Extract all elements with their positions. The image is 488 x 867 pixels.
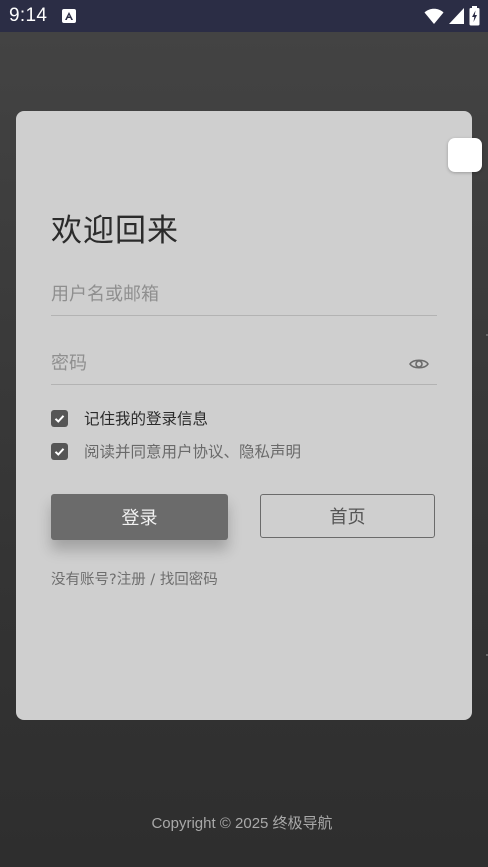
register-link[interactable]: 注册 (117, 572, 146, 588)
link-separator: / (145, 572, 160, 588)
notification-a-icon (62, 9, 76, 23)
password-input[interactable] (51, 344, 391, 382)
username-input[interactable] (51, 275, 391, 313)
agree-terms-row: 阅读并同意用户协议、隐私声明 (51, 440, 301, 462)
username-field (51, 275, 437, 316)
login-card: 欢迎回来 记住我的登录信息 阅读并同意用户协议、隐私声明 登录 首页 没有账号?… (16, 111, 472, 720)
status-bar: 9:14 (0, 0, 488, 32)
status-icons (424, 6, 480, 26)
account-links: 没有账号?注册 / 找回密码 (51, 568, 218, 589)
agree-terms-label[interactable]: 阅读并同意用户协议、隐私声明 (84, 440, 301, 462)
eye-icon[interactable] (408, 353, 430, 375)
remember-me-label: 记住我的登录信息 (84, 410, 209, 428)
copyright-text: Copyright © 2025 终极导航 (151, 815, 333, 832)
login-button[interactable]: 登录 (51, 494, 228, 540)
remember-me-row: 记住我的登录信息 (51, 407, 208, 429)
no-account-text: 没有账号? (51, 572, 117, 588)
remember-me-checkbox[interactable] (51, 409, 68, 427)
wifi-icon (424, 8, 444, 24)
forgot-password-link[interactable]: 找回密码 (160, 572, 218, 588)
home-button[interactable]: 首页 (260, 494, 435, 538)
floating-handle[interactable] (448, 138, 482, 172)
battery-charging-icon (469, 6, 480, 26)
cellular-signal-icon (449, 8, 464, 24)
agree-terms-checkbox[interactable] (51, 442, 68, 460)
page-title: 欢迎回来 (51, 213, 179, 249)
password-field (51, 344, 437, 385)
status-time: 9:14 (9, 5, 48, 26)
